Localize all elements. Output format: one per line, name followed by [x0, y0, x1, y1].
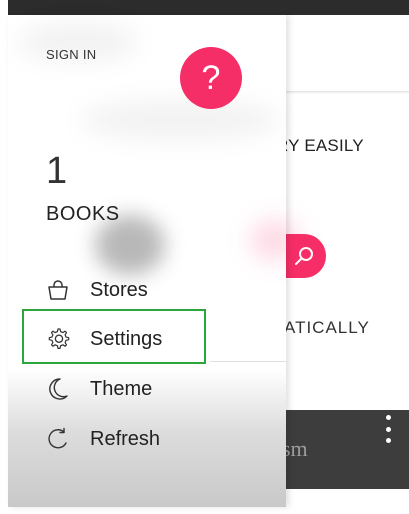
- blur-shape: [80, 100, 280, 140]
- background-toolbar: [286, 35, 409, 92]
- menu-item-label: Stores: [90, 278, 148, 301]
- sign-in-link[interactable]: SIGN IN: [46, 47, 97, 62]
- book-count: 1: [46, 150, 68, 192]
- books-label: BOOKS: [46, 203, 120, 225]
- moon-icon: [44, 375, 72, 403]
- help-button[interactable]: ?: [180, 47, 242, 109]
- blur-shape: [250, 220, 300, 260]
- status-bar: [8, 0, 409, 15]
- question-mark-icon: ?: [201, 58, 221, 97]
- settings-highlight-box: [22, 309, 206, 364]
- menu-item-theme[interactable]: Theme: [44, 371, 152, 407]
- menu-item-stores[interactable]: Stores: [44, 272, 148, 308]
- menu-item-refresh[interactable]: Refresh: [44, 421, 160, 457]
- refresh-icon: [44, 425, 72, 453]
- menu-item-label: Theme: [90, 377, 153, 400]
- bag-icon: [44, 276, 72, 304]
- background-caption-text: ATICALLY: [284, 318, 370, 337]
- background-heading-text: RY EASILY: [276, 136, 364, 155]
- divider: [210, 361, 286, 362]
- menu-item-label: Refresh: [90, 427, 161, 450]
- overflow-menu-icon[interactable]: [381, 415, 395, 443]
